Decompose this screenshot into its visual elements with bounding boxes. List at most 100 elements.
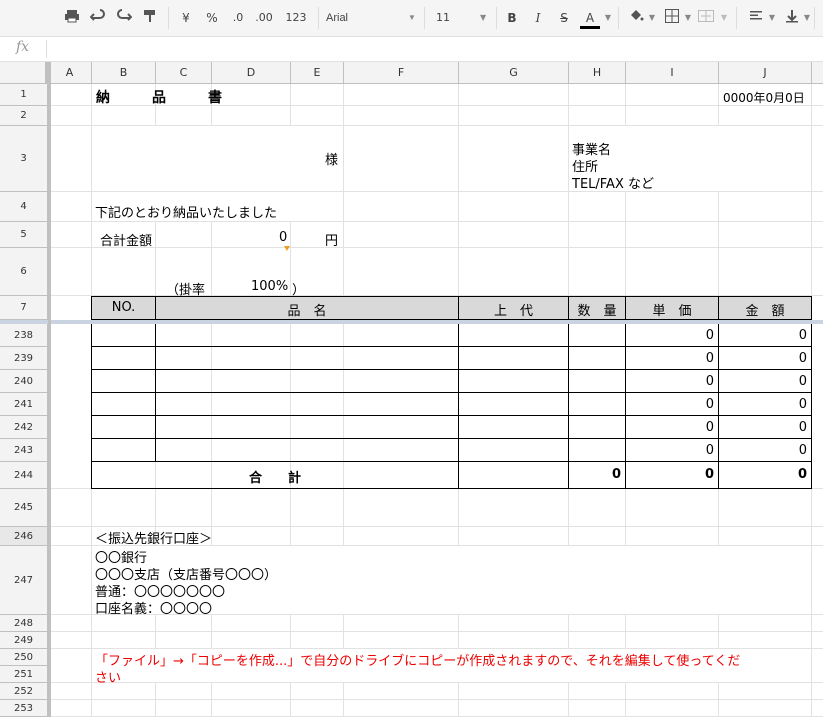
row-header-253[interactable]: 253: [0, 700, 48, 717]
table-border: [458, 324, 459, 489]
chevron-down-icon[interactable]: ▼: [803, 8, 811, 28]
chevron-down-icon[interactable]: ▼: [720, 8, 728, 28]
undo-icon[interactable]: [88, 8, 108, 28]
amount-cell[interactable]: 0: [719, 443, 807, 458]
sum-unit-price[interactable]: 0: [626, 467, 714, 482]
amount-cell[interactable]: 0: [719, 351, 807, 366]
chevron-down-icon[interactable]: ▼: [648, 8, 656, 28]
header-retail: 上 代: [493, 304, 533, 319]
row-header-7[interactable]: 7: [0, 296, 48, 320]
formula-input[interactable]: [52, 39, 812, 59]
row-header-243[interactable]: 243: [0, 439, 48, 462]
col-header-f[interactable]: F: [344, 62, 459, 84]
table-border: [91, 369, 812, 370]
instruction-line-1: 「ファイル」→「コピーを作成...」で自分のドライブにコピーが作成されますので、…: [95, 654, 741, 669]
unit-price-cell[interactable]: 0: [626, 351, 714, 366]
grid-line: [48, 221, 823, 222]
row-header-249[interactable]: 249: [0, 632, 48, 649]
increase-decimal-button[interactable]: .00: [252, 8, 276, 28]
unit-price-cell[interactable]: 0: [626, 397, 714, 412]
yen-label: 円: [325, 234, 339, 249]
unit-price-cell[interactable]: 0: [626, 374, 714, 389]
bank-title: ＜振込先銀行口座＞: [95, 532, 213, 547]
chevron-down-icon[interactable]: ▼: [684, 8, 692, 28]
row-header-252[interactable]: 252: [0, 683, 48, 700]
col-header-c[interactable]: C: [156, 62, 212, 84]
header-item: 品 名: [287, 304, 327, 319]
row-header-240[interactable]: 240: [0, 370, 48, 393]
print-icon[interactable]: [62, 8, 82, 28]
unit-price-cell[interactable]: 0: [626, 443, 714, 458]
row-header-3[interactable]: 3: [0, 126, 48, 192]
col-header-d[interactable]: D: [212, 62, 291, 84]
col-header-g[interactable]: G: [459, 62, 569, 84]
font-size-select[interactable]: 11 ▼: [436, 8, 492, 28]
text-color-button[interactable]: A: [578, 8, 602, 29]
row-header-6[interactable]: 6: [0, 248, 48, 296]
amount-cell[interactable]: 0: [719, 328, 807, 343]
row-header-250[interactable]: 250: [0, 649, 48, 666]
row-header-247[interactable]: 247: [0, 546, 48, 615]
unit-price-cell[interactable]: 0: [626, 420, 714, 435]
recipient-sama: 様: [325, 153, 339, 168]
row-header-244[interactable]: 244: [0, 462, 48, 489]
amount-cell[interactable]: 0: [719, 374, 807, 389]
select-all-corner[interactable]: [0, 62, 48, 84]
grid-line: [48, 631, 823, 632]
row-header-239[interactable]: 239: [0, 347, 48, 370]
unit-price-cell[interactable]: 0: [626, 328, 714, 343]
row-header-251[interactable]: 251: [0, 666, 48, 683]
redo-icon[interactable]: [114, 8, 134, 28]
header-unit-price: 単 価: [652, 304, 692, 319]
row-header-242[interactable]: 242: [0, 416, 48, 439]
font-family-select[interactable]: Arial ▼: [326, 8, 416, 28]
bold-button[interactable]: B: [504, 8, 520, 28]
row-header-1[interactable]: 1: [0, 84, 48, 106]
col-header-b[interactable]: B: [92, 62, 156, 84]
table-border: [568, 324, 569, 489]
more-formats-button[interactable]: 123: [280, 8, 312, 28]
col-header-e[interactable]: E: [291, 62, 344, 84]
grid-line: [48, 699, 823, 700]
merge-cells-icon[interactable]: [696, 8, 716, 28]
row-header-245[interactable]: 245: [0, 489, 48, 527]
col-header-h[interactable]: H: [569, 62, 626, 84]
row-header-5[interactable]: 5: [0, 222, 48, 248]
amount-cell[interactable]: 0: [719, 397, 807, 412]
col-header-a[interactable]: A: [48, 62, 92, 84]
rate-value: 100%: [251, 279, 289, 294]
sum-qty[interactable]: 0: [569, 467, 621, 482]
row-header-241[interactable]: 241: [0, 393, 48, 416]
spreadsheet-grid: A B C D E F G H I J 1 2 3 4 5 6 7 238 23…: [0, 62, 823, 717]
fill-color-icon[interactable]: [626, 8, 646, 28]
align-left-icon[interactable]: [746, 8, 766, 28]
vertical-align-icon[interactable]: [782, 8, 802, 28]
italic-button[interactable]: I: [530, 8, 546, 28]
borders-icon[interactable]: [662, 8, 682, 28]
toolbar: ¥ % .0 .00 123 Arial ▼ 11 ▼ B I S A ▼ ▼ …: [0, 0, 823, 37]
col-header-i[interactable]: I: [626, 62, 719, 84]
delivery-notice: 下記のとおり納品いたしました: [95, 206, 278, 221]
merged-cell-sama[interactable]: [92, 126, 343, 191]
row-header-238[interactable]: 238: [0, 324, 48, 347]
row-header-248[interactable]: 248: [0, 615, 48, 632]
total-amount-label: 合計金額: [100, 234, 153, 249]
percent-button[interactable]: %: [204, 8, 220, 28]
currency-button[interactable]: ¥: [178, 8, 194, 28]
amount-cell[interactable]: 0: [719, 420, 807, 435]
chevron-down-icon[interactable]: ▼: [768, 8, 776, 28]
comment-indicator[interactable]: [284, 246, 290, 251]
paint-format-icon[interactable]: [140, 8, 160, 28]
sum-amount[interactable]: 0: [719, 467, 807, 482]
chevron-down-icon[interactable]: ▼: [604, 8, 612, 28]
toolbar-separator: [318, 7, 319, 29]
row-header-2[interactable]: 2: [0, 106, 48, 126]
frozen-columns-divider[interactable]: [48, 62, 51, 717]
row-header-246[interactable]: 246: [0, 527, 48, 546]
row-header-4[interactable]: 4: [0, 192, 48, 222]
header-amount: 金 額: [745, 304, 785, 319]
strikethrough-button[interactable]: S: [556, 8, 572, 28]
decrease-decimal-button[interactable]: .0: [228, 8, 248, 28]
col-header-j[interactable]: J: [719, 62, 812, 84]
toolbar-separator: [736, 7, 737, 29]
